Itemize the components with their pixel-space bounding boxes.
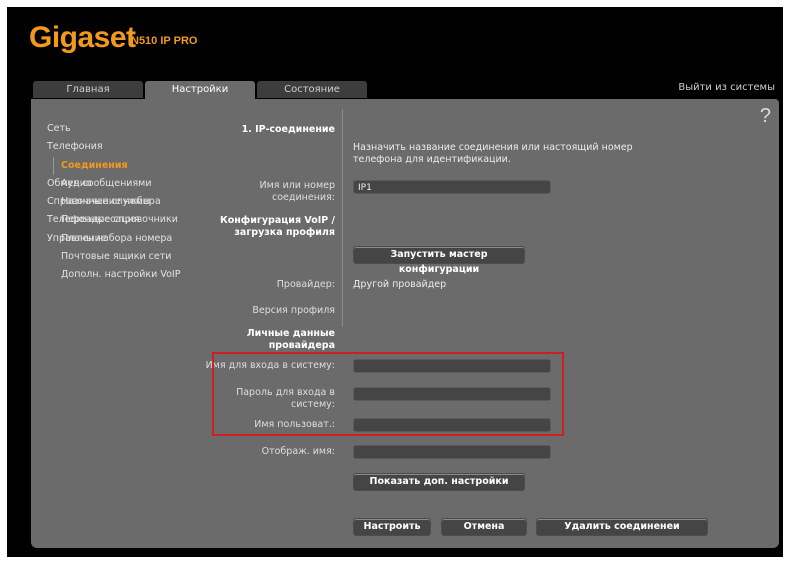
sidebar: Сеть Телефония Соединения Аудио Назначен… <box>47 120 207 280</box>
section-description: Назначить название соединения или настоя… <box>353 142 633 165</box>
sidebar-item-network-mailboxes[interactable]: Почтовые ящики сети <box>54 248 207 266</box>
sidebar-item-advanced-voip[interactable]: Дополн. настройки VoIP <box>54 266 207 284</box>
sidebar-item-phonebooks[interactable]: Телефонные справочники <box>47 211 207 229</box>
connection-name-label: Имя или номер соединения: <box>259 180 335 203</box>
provider-data-title: Личные данные провайдера <box>246 328 335 351</box>
connection-name-input[interactable]: IP1 <box>353 180 551 194</box>
sidebar-item-telephony[interactable]: Телефония <box>47 138 207 156</box>
provider-value: Другой провайдер <box>353 279 447 290</box>
delete-connection-button[interactable]: Удалить соединенеи <box>536 518 708 536</box>
sidebar-item-network[interactable]: Сеть <box>47 120 207 138</box>
telephony-submenu: Соединения Аудио Назначение номера Переа… <box>53 156 207 280</box>
sidebar-item-messaging[interactable]: Обмен сообщениями <box>47 175 207 193</box>
config-wizard-button[interactable]: Запустить мастер конфигурации <box>353 246 525 275</box>
help-icon[interactable]: ? <box>760 105 771 128</box>
app-window: Gigaset N510 IP PRO Главная Настройки Со… <box>7 7 783 557</box>
tab-main[interactable]: Главная <box>33 81 143 98</box>
configure-button[interactable]: Настроить <box>353 518 431 536</box>
sidebar-item-info-services[interactable]: Справочные службы <box>47 193 207 211</box>
cancel-button[interactable]: Отмена <box>441 518 527 536</box>
display-name-label: Отображ. имя: <box>261 446 335 457</box>
gigaset-logo: Gigaset <box>29 21 136 54</box>
tab-settings[interactable]: Настройки <box>145 81 255 100</box>
tab-status[interactable]: Состояние <box>257 81 367 98</box>
voip-config-title: Конфигурация VoIP / загрузка профиля <box>219 215 335 238</box>
highlight-box <box>212 352 564 436</box>
profile-version-label: Версия профиля <box>252 305 335 316</box>
form-divider <box>342 109 343 327</box>
logout-link[interactable]: Выйти из системы <box>678 82 775 93</box>
display-name-input[interactable] <box>353 445 551 459</box>
model-name: N510 IP PRO <box>131 35 198 47</box>
section-title: 1. IP-соединение <box>241 124 335 135</box>
settings-panel: ? Сеть Телефония Соединения Аудио Назнач… <box>31 99 779 548</box>
sidebar-item-connections[interactable]: Соединения <box>54 157 207 175</box>
show-advanced-button[interactable]: Показать доп. настройки <box>353 473 525 491</box>
provider-label: Провайдер: <box>276 279 335 290</box>
